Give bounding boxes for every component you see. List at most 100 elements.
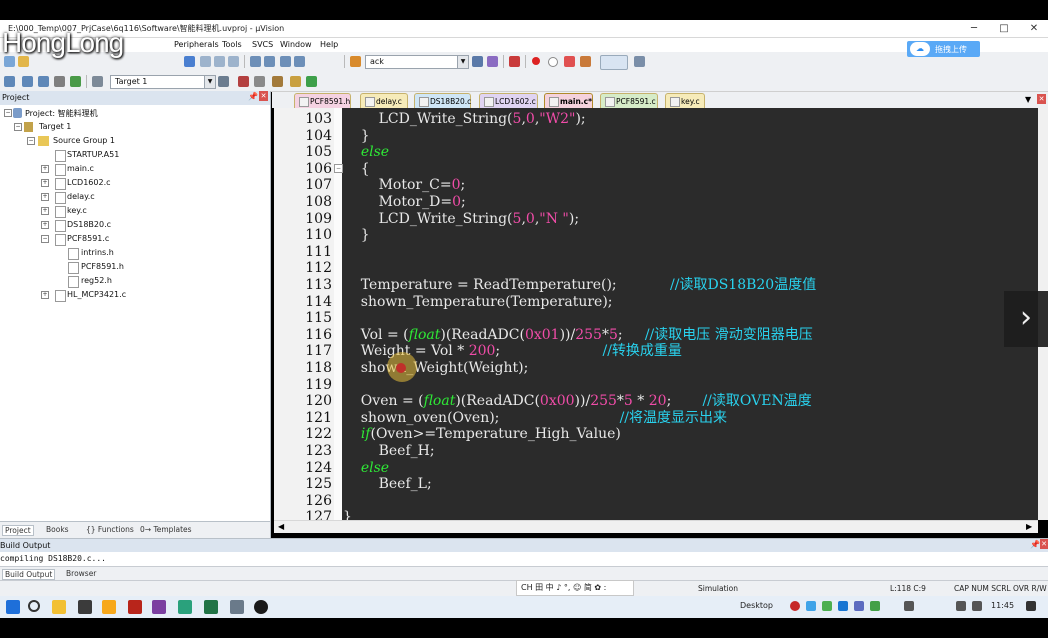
code-line[interactable]: Vol = (float)(ReadADC(0x01))/255*5; //读取… xyxy=(343,327,813,344)
file-tab[interactable]: PCF8591.c xyxy=(600,93,658,108)
tray-app-icon[interactable] xyxy=(870,601,880,611)
code-line[interactable]: Motor_D=0; xyxy=(343,194,466,211)
file-tab[interactable]: PCF8591.h xyxy=(294,93,351,108)
tab-project[interactable]: Project xyxy=(2,525,34,536)
tab-browser[interactable]: Browser xyxy=(66,569,96,578)
windows-start-icon[interactable] xyxy=(6,600,20,614)
tree-file[interactable]: + main.c xyxy=(0,162,260,176)
close-icon[interactable]: ✕ xyxy=(1037,94,1046,104)
disable-breakpoint-icon[interactable] xyxy=(548,57,558,67)
select-packs-icon[interactable] xyxy=(272,76,283,87)
horizontal-scrollbar[interactable]: ◀ ▶ xyxy=(274,520,1038,533)
code-line[interactable]: if(Oven>=Temperature_High_Value) xyxy=(343,426,621,443)
record-app-icon[interactable] xyxy=(254,600,268,614)
target-options-icon[interactable] xyxy=(218,76,229,87)
code-line[interactable]: Beef_L; xyxy=(343,476,432,493)
code-line[interactable]: Temperature = ReadTemperature(); //读取DS1… xyxy=(343,277,816,294)
close-icon[interactable]: ✕ xyxy=(1040,539,1048,549)
expand-icon[interactable]: + xyxy=(41,207,49,215)
file-tab[interactable]: DS18B20.c xyxy=(414,93,471,108)
uncomment-icon[interactable] xyxy=(294,56,305,67)
close-icon[interactable]: ✕ xyxy=(259,91,268,101)
code-editor[interactable]: 103 104 105 106 107 108 109 110 111 112 113 114 115 1… xyxy=(274,108,1038,520)
manage-components-icon[interactable] xyxy=(254,76,265,87)
wifi-icon[interactable] xyxy=(956,601,966,611)
menu-window[interactable]: Window xyxy=(280,40,312,49)
chevron-down-icon[interactable]: ▼ xyxy=(204,76,215,88)
breakpoint-marker-icon[interactable] xyxy=(396,363,406,373)
configure-icon[interactable] xyxy=(634,56,645,67)
expand-icon[interactable]: + xyxy=(41,193,49,201)
pin-icon[interactable]: 📌 xyxy=(1030,540,1040,549)
tray-app-icon[interactable] xyxy=(838,601,848,611)
edge-browser-icon[interactable] xyxy=(178,600,192,614)
expand-icon[interactable]: + xyxy=(41,221,49,229)
next-bookmark-icon[interactable] xyxy=(214,56,225,67)
tab-build-output[interactable]: Build Output xyxy=(2,569,56,580)
bookmark-icon[interactable] xyxy=(184,56,195,67)
tree-file[interactable]: + HL_MCP3421.c xyxy=(0,288,260,302)
translate-icon[interactable] xyxy=(4,76,15,87)
download-icon[interactable] xyxy=(70,76,81,87)
collapse-icon[interactable]: − xyxy=(41,235,49,243)
tray-app-icon[interactable] xyxy=(854,601,864,611)
target-combo[interactable]: Target 1 ▼ xyxy=(110,75,216,89)
menu-tools[interactable]: Tools xyxy=(222,40,242,49)
tree-header-file[interactable]: reg52.h xyxy=(0,274,260,288)
menu-svcs[interactable]: SVCS xyxy=(252,40,273,49)
collapse-icon[interactable]: − xyxy=(14,123,22,131)
close-button[interactable]: ✕ xyxy=(1020,20,1048,37)
expand-icon[interactable]: + xyxy=(41,165,49,173)
scroll-right-icon[interactable]: ▶ xyxy=(1026,522,1032,531)
pin-icon[interactable]: 📌 xyxy=(248,92,258,101)
tree-file[interactable]: + LCD1602.c xyxy=(0,176,260,190)
network-icon[interactable] xyxy=(904,601,914,611)
file-extensions-icon[interactable] xyxy=(238,76,249,87)
expand-icon[interactable]: + xyxy=(41,291,49,299)
tree-file[interactable]: − PCF8591.c xyxy=(0,232,260,246)
code-line[interactable]: LCD_Write_String(5,0,"W2"); xyxy=(343,111,586,128)
code-line[interactable]: Motor_C=0; xyxy=(343,177,466,194)
ime-toolbar[interactable]: CH 田 中 ♪ °, ☺ 简 ✿ : xyxy=(516,580,634,596)
rebuild-icon[interactable] xyxy=(38,76,49,87)
fold-toggle-icon[interactable]: − xyxy=(334,163,343,173)
tab-functions[interactable]: {} Functions xyxy=(86,525,134,534)
excel-icon[interactable] xyxy=(204,600,218,614)
code-line[interactable]: shown_Temperature(Temperature); xyxy=(343,294,613,311)
tab-templates[interactable]: 0→ Templates xyxy=(140,525,192,534)
tab-list-chevron-icon[interactable]: ▼ xyxy=(1025,95,1031,104)
clock[interactable]: 11:45 xyxy=(991,601,1014,610)
tree-source-group[interactable]: − Source Group 1 xyxy=(0,134,260,148)
next-arrow-icon[interactable]: › xyxy=(1004,291,1048,347)
comment-icon[interactable] xyxy=(280,56,291,67)
keil-app-icon[interactable] xyxy=(230,600,244,614)
app-m-icon[interactable] xyxy=(128,600,142,614)
find-in-files-icon[interactable] xyxy=(350,56,361,67)
stop-build-icon[interactable] xyxy=(92,76,103,87)
menu-help[interactable]: Help xyxy=(320,40,338,49)
expand-icon[interactable]: + xyxy=(41,179,49,187)
tree-file[interactable]: STARTUP.A51 xyxy=(0,148,260,162)
collapse-icon[interactable]: − xyxy=(4,109,12,117)
tree-target[interactable]: − Target 1 xyxy=(0,120,260,134)
pack-installer-icon[interactable] xyxy=(290,76,301,87)
indent-icon[interactable] xyxy=(250,56,261,67)
tray-app-icon[interactable] xyxy=(806,601,816,611)
code-line[interactable]: else xyxy=(343,144,389,161)
scroll-left-icon[interactable]: ◀ xyxy=(278,522,284,531)
clear-bookmarks-icon[interactable] xyxy=(228,56,239,67)
media-player-icon[interactable] xyxy=(78,600,92,614)
code-line[interactable]: Beef_H; xyxy=(343,443,435,460)
code-line[interactable]: Oven = (float)(ReadADC(0x00))/255*5 * 20… xyxy=(343,393,812,410)
tree-file[interactable]: + delay.c xyxy=(0,190,260,204)
clear-breakpoints-icon[interactable] xyxy=(580,56,591,67)
file-tab[interactable]: delay.c xyxy=(360,93,408,108)
code-line[interactable]: } xyxy=(343,227,370,244)
onenote-icon[interactable] xyxy=(152,600,166,614)
tree-project-root[interactable]: − Project: 智能料理机 xyxy=(0,106,260,120)
debug-session-icon[interactable] xyxy=(509,56,520,67)
tray-record-icon[interactable] xyxy=(790,601,800,611)
code-line[interactable]: shown_oven(Oven); //将温度显示出来 xyxy=(343,410,727,427)
file-tab-active[interactable]: main.c* xyxy=(544,93,593,108)
chevron-down-icon[interactable]: ▼ xyxy=(457,56,468,68)
